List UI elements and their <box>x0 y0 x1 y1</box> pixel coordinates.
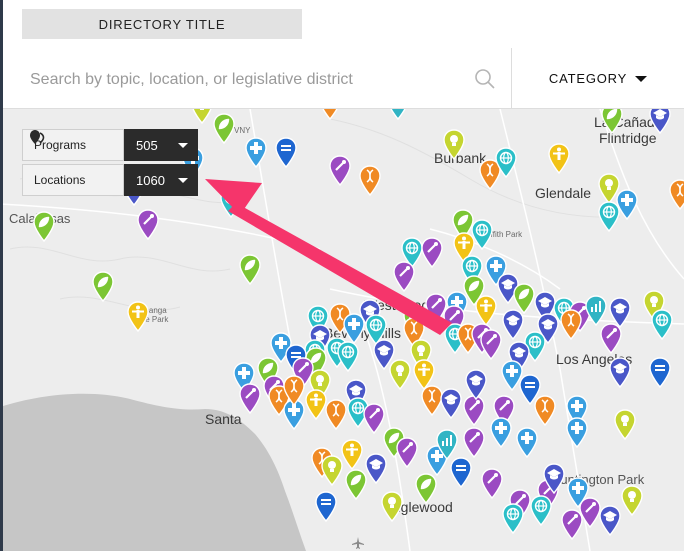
chevron-down-icon <box>635 75 648 82</box>
map-pin-tool[interactable] <box>420 237 444 268</box>
map-pin-tool[interactable] <box>136 209 160 240</box>
map-pin-tool[interactable] <box>599 323 623 354</box>
map-pin-justice[interactable] <box>648 357 672 388</box>
programs-count-dropdown[interactable]: 505 <box>124 129 198 161</box>
map-pin-dna[interactable] <box>668 179 684 210</box>
map-label-glendale: Glendale <box>535 185 592 201</box>
map-canvas[interactable]: VNY Burbank La Cañada Flintridge Glendal… <box>0 109 684 551</box>
search-input[interactable] <box>28 66 452 94</box>
header-bar: DIRECTORY TITLE <box>0 0 684 49</box>
map-pin-bulb[interactable] <box>190 109 214 124</box>
map-label-santa: Santa <box>205 411 242 427</box>
chevron-down-icon <box>178 177 188 183</box>
map-pin-grad[interactable] <box>464 369 488 400</box>
map-pin-health[interactable] <box>244 137 268 168</box>
map-pin-globe[interactable] <box>336 341 360 372</box>
map-pin-grad[interactable] <box>648 109 672 134</box>
locations-label: Locations <box>34 173 86 187</box>
map-pin-leaf[interactable] <box>344 469 368 500</box>
airport-icon <box>352 537 364 549</box>
map-pin-health[interactable] <box>615 189 639 220</box>
map-pin-chart[interactable] <box>435 429 459 460</box>
map-pin-chart[interactable] <box>584 295 608 326</box>
map-pin-care[interactable] <box>126 301 150 332</box>
left-edge-rule <box>0 0 3 551</box>
map-pin-bulb[interactable] <box>380 491 404 522</box>
map-pin-justice[interactable] <box>314 491 338 522</box>
map-pin-bulb[interactable] <box>320 455 344 486</box>
map-pin-leaf[interactable] <box>238 254 262 285</box>
map-pin-care[interactable] <box>547 143 571 174</box>
map-pin-grad[interactable] <box>608 357 632 388</box>
map-pin-globe[interactable] <box>494 147 518 178</box>
map-pin-dna[interactable] <box>533 395 557 426</box>
map-pin-bulb[interactable] <box>620 485 644 516</box>
map-pin-tool[interactable] <box>462 427 486 458</box>
map-pin-grad[interactable] <box>439 388 463 419</box>
map-pin-tool[interactable] <box>479 329 503 360</box>
map-pin-bulb[interactable] <box>388 359 412 390</box>
map-pin-care[interactable] <box>474 295 498 326</box>
search-icon[interactable] <box>474 68 496 90</box>
locations-label-box: Locations <box>22 164 124 196</box>
map-pin-tool[interactable] <box>560 509 584 540</box>
programs-count: 505 <box>136 137 158 153</box>
map-pin-dna[interactable] <box>358 165 382 196</box>
map-pin-dna[interactable] <box>318 109 342 120</box>
map-pin-globe[interactable] <box>219 187 243 218</box>
map-pin-dna[interactable] <box>282 375 306 406</box>
map-pin-leaf[interactable] <box>32 211 56 242</box>
pins-icon <box>30 130 45 144</box>
map-label-vny: VNY <box>234 126 251 135</box>
category-label: CATEGORY <box>548 70 628 86</box>
map-pin-leaf[interactable] <box>212 113 236 144</box>
map-pin-health[interactable] <box>565 417 589 448</box>
map-pin-globe[interactable] <box>501 503 525 534</box>
map-pin-leaf[interactable] <box>600 109 624 134</box>
map-pin-bulb[interactable] <box>442 129 466 160</box>
map-pin-tool[interactable] <box>395 437 419 468</box>
map-pin-globe[interactable] <box>529 495 553 526</box>
locations-count-dropdown[interactable]: 1060 <box>124 164 198 196</box>
locations-stat: Locations 1060 <box>22 164 198 196</box>
programs-label-box: Programs <box>22 129 124 161</box>
map-pin-grad[interactable] <box>598 505 622 536</box>
map-pin-tool[interactable] <box>392 261 416 292</box>
programs-stat: Programs 505 <box>22 129 198 161</box>
map-pin-grad[interactable] <box>501 309 525 340</box>
map-pin-grad[interactable] <box>542 463 566 494</box>
map-pin-tool[interactable] <box>480 468 504 499</box>
map-pin-globe[interactable] <box>650 309 674 340</box>
map-pin-dna[interactable] <box>559 309 583 340</box>
map-pin-leaf[interactable] <box>414 473 438 504</box>
directory-title: DIRECTORY TITLE <box>22 9 302 39</box>
map-pin-health[interactable] <box>515 427 539 458</box>
map-pin-tool[interactable] <box>238 383 262 414</box>
chevron-down-icon <box>178 142 188 148</box>
map-pin-chart[interactable] <box>386 109 410 120</box>
ocean <box>0 393 306 551</box>
category-dropdown[interactable]: CATEGORY <box>512 48 684 108</box>
map-pin-justice[interactable] <box>274 137 298 168</box>
map-pin-bulb[interactable] <box>613 409 637 440</box>
map-pin-tool[interactable] <box>328 155 352 186</box>
locations-count: 1060 <box>136 172 165 188</box>
map-pin-health[interactable] <box>489 417 513 448</box>
map-pin-leaf[interactable] <box>91 271 115 302</box>
map-pin-justice[interactable] <box>449 457 473 488</box>
